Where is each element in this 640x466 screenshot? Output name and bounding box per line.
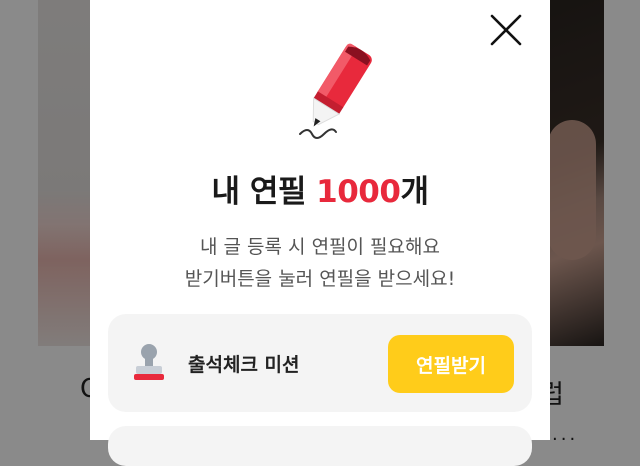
red-pencil-icon — [286, 40, 382, 144]
attendance-mission-card: 출석체크 미션 연필받기 — [108, 314, 532, 412]
title-suffix: 개 — [400, 174, 429, 210]
mission-label: 출석체크 미션 — [188, 354, 300, 376]
description-line-1: 내 글 등록 시 연필이 필요해요 — [200, 236, 440, 258]
stamp-icon — [132, 342, 166, 384]
title-prefix: 내 연필 — [211, 174, 317, 210]
receive-pencil-button[interactable]: 연필받기 — [388, 335, 514, 393]
close-button[interactable] — [488, 12, 524, 48]
pencil-count-title: 내 연필 1000개 — [90, 166, 550, 211]
description-line-2: 받기버튼을 눌러 연필을 받으세요! — [184, 268, 456, 290]
pencil-count: 1000 — [316, 174, 401, 210]
next-mission-card[interactable] — [108, 426, 532, 466]
close-icon — [490, 14, 522, 46]
modal-description: 내 글 등록 시 연필이 필요해요 받기버튼을 눌러 연필을 받으세요! — [90, 231, 550, 295]
pencil-modal: 내 연필 1000개 내 글 등록 시 연필이 필요해요 받기버튼을 눌러 연필… — [90, 0, 550, 466]
